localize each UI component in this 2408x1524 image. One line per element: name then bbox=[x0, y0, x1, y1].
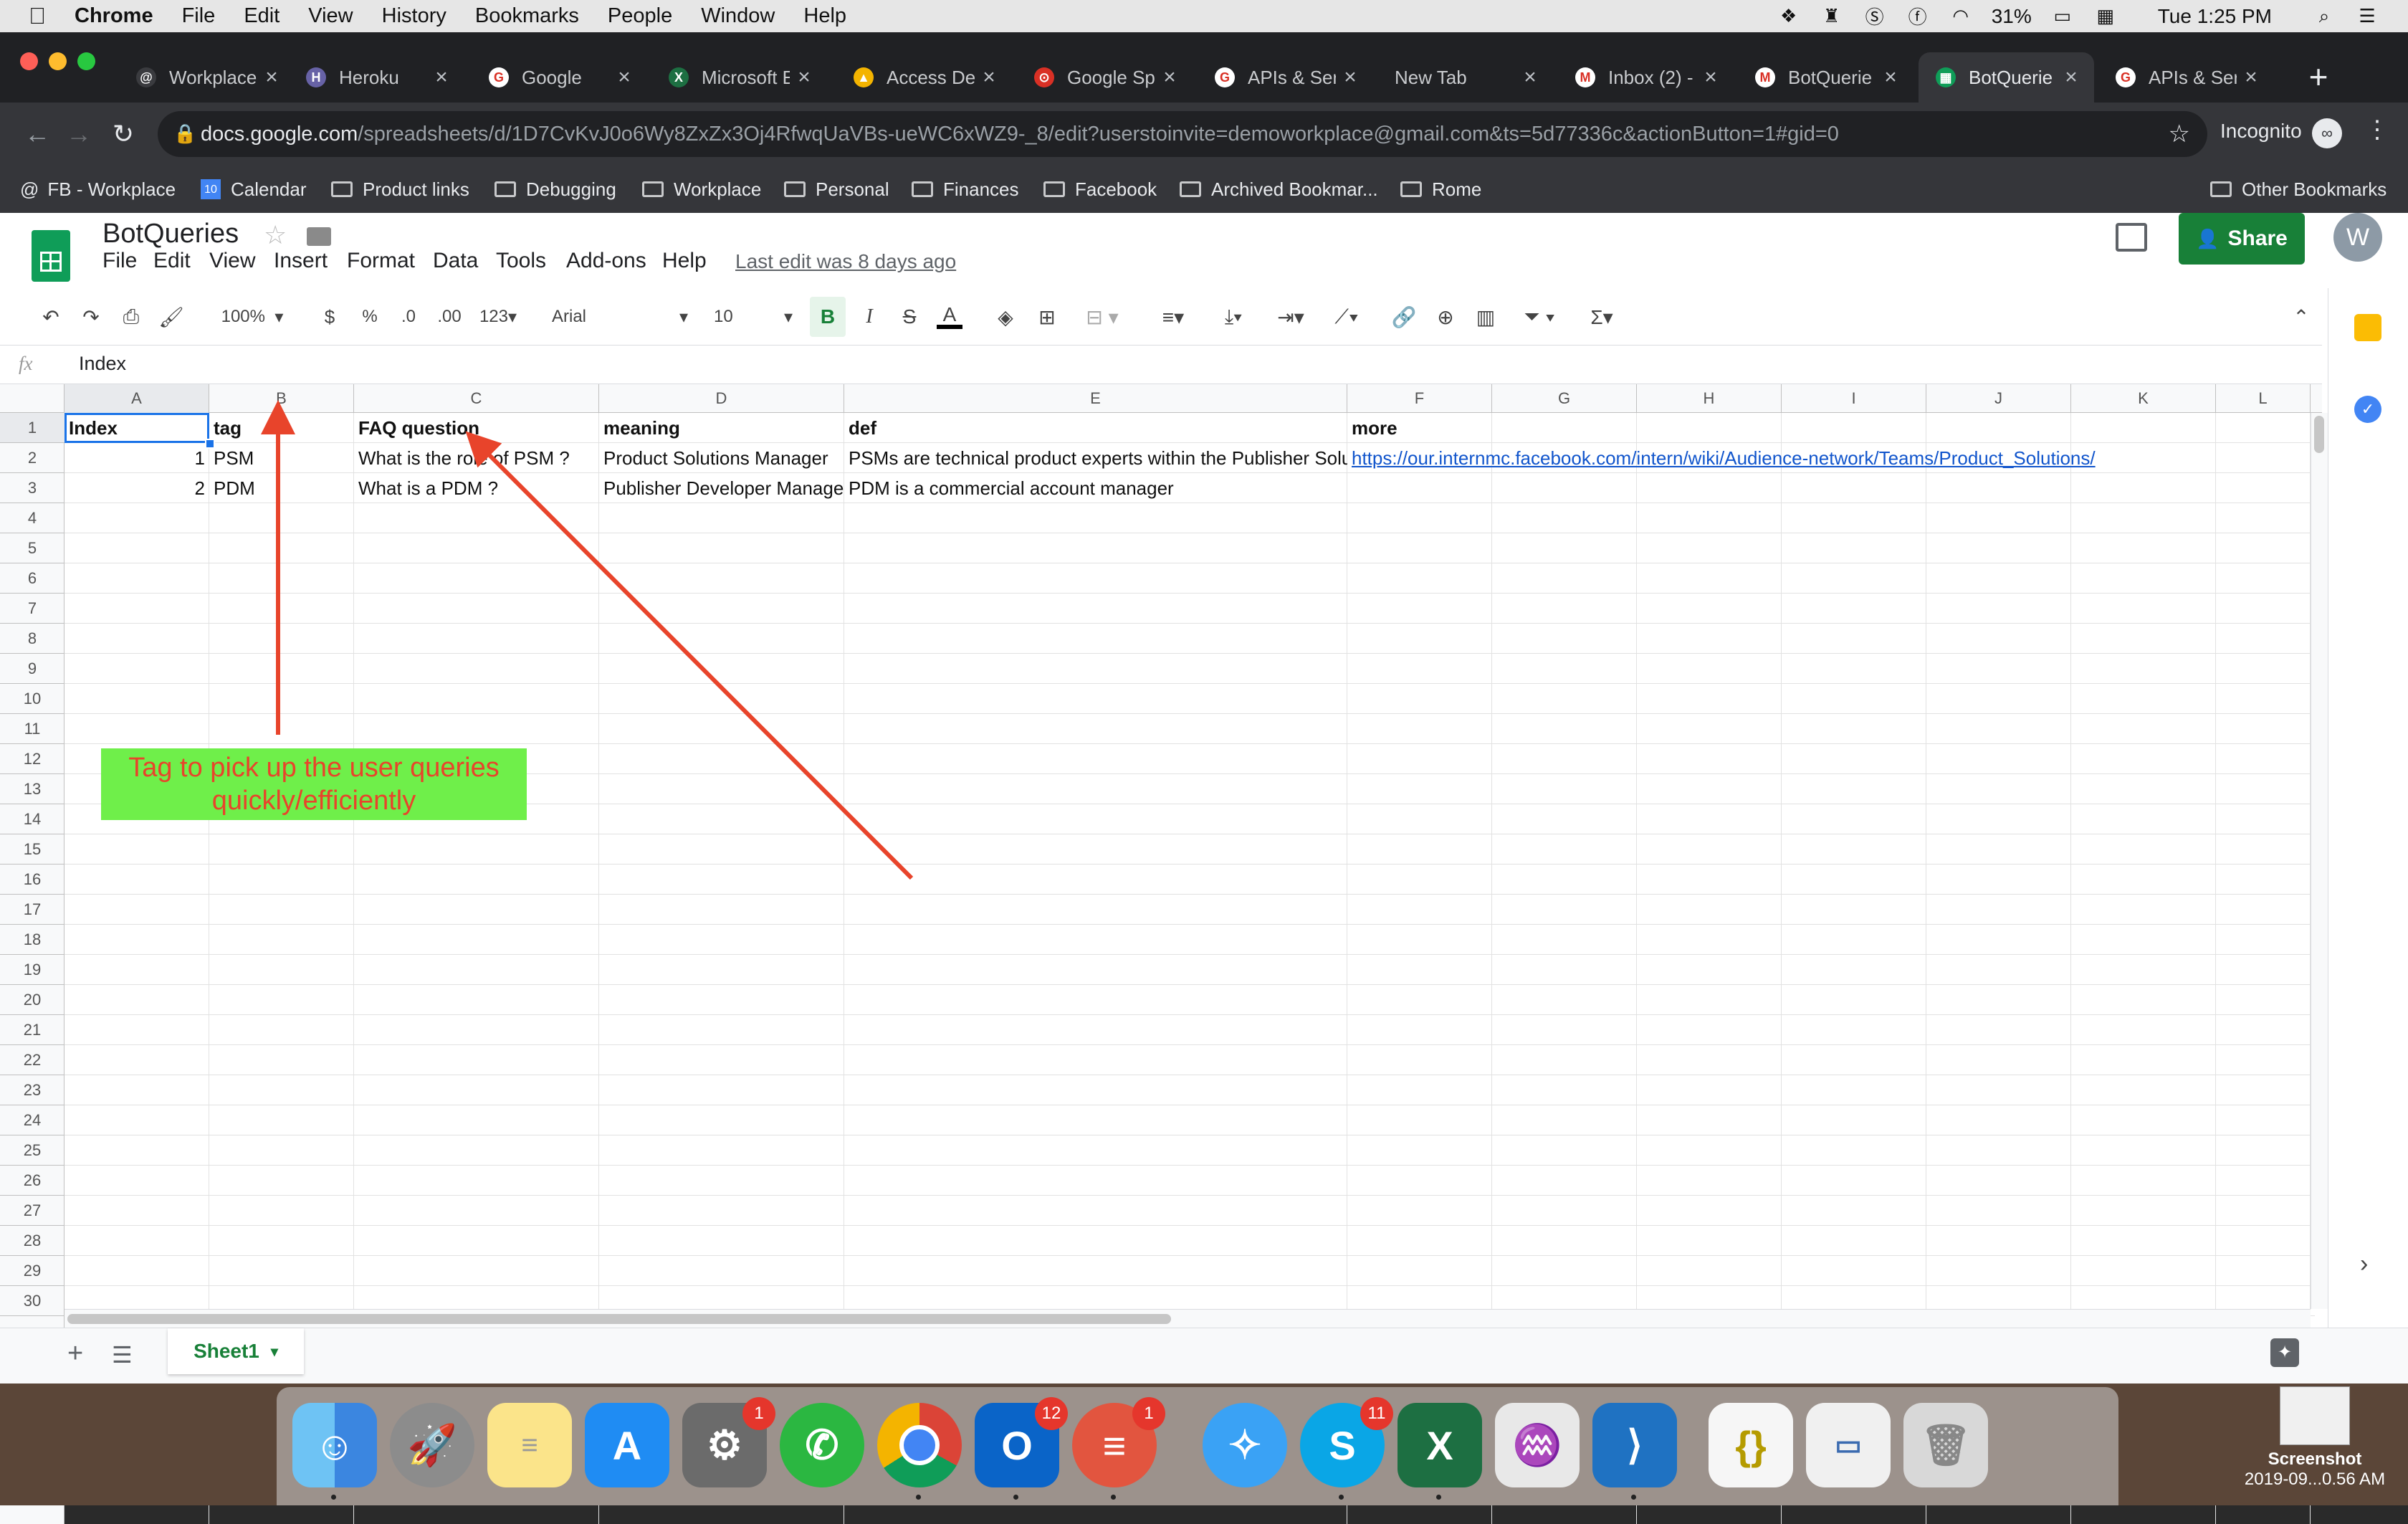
trash-icon[interactable]: 🗑 bbox=[1903, 1403, 1988, 1487]
desktop-screenshot-item[interactable]: Screenshot 2019-09...0.56 AM bbox=[2222, 1376, 2408, 1505]
whatsapp-icon[interactable]: ✆ bbox=[780, 1403, 864, 1487]
finder-icon[interactable]: ☺ bbox=[292, 1403, 377, 1487]
speaker-badge: 1 bbox=[1132, 1397, 1165, 1430]
app-store-icon[interactable]: A bbox=[585, 1403, 669, 1487]
running-indicator bbox=[1111, 1495, 1116, 1500]
running-indicator bbox=[1339, 1495, 1344, 1500]
script-editor-icon[interactable]: ♒ bbox=[1495, 1403, 1580, 1487]
sysprefs-badge: 1 bbox=[742, 1397, 775, 1430]
skype-badge: 11 bbox=[1360, 1397, 1393, 1430]
running-indicator bbox=[1436, 1495, 1441, 1500]
running-indicator bbox=[1631, 1495, 1636, 1500]
running-indicator bbox=[1013, 1495, 1018, 1500]
screenshot-label-2: 2019-09...0.56 AM bbox=[2244, 1470, 2386, 1489]
json-file-icon[interactable]: {} bbox=[1709, 1403, 1793, 1487]
chrome-icon[interactable] bbox=[877, 1403, 962, 1487]
macos-dock: ☺ 🚀 ≡ A ⚙ 1 ✆ O 12 ≡ 1 ✧ S 11 X ♒ ⟩ {} ▭ 🗑 bbox=[277, 1387, 2118, 1505]
screenshot-stack-icon[interactable]: ▭ bbox=[1806, 1403, 1891, 1487]
outlook-badge: 12 bbox=[1035, 1397, 1068, 1430]
system-preferences-icon[interactable]: ⚙ 1 bbox=[682, 1397, 775, 1487]
screenshot-thumbnail bbox=[2280, 1386, 2350, 1445]
screenshot-label-1: Screenshot bbox=[2268, 1449, 2362, 1469]
outlook-icon[interactable]: O 12 bbox=[975, 1397, 1068, 1487]
vscode-icon[interactable]: ⟩ bbox=[1592, 1403, 1677, 1487]
running-indicator bbox=[331, 1495, 336, 1500]
launchpad-icon[interactable]: 🚀 bbox=[390, 1403, 474, 1487]
safari-icon[interactable]: ✧ bbox=[1203, 1403, 1287, 1487]
excel-icon[interactable]: X bbox=[1398, 1403, 1482, 1487]
running-indicator bbox=[916, 1495, 921, 1500]
arrow-to-faq-question bbox=[465, 431, 914, 880]
skype-icon[interactable]: S 11 bbox=[1300, 1397, 1393, 1487]
speaker-deck-icon[interactable]: ≡ 1 bbox=[1072, 1397, 1165, 1487]
notes-icon[interactable]: ≡ bbox=[487, 1403, 572, 1487]
annotation-arrows bbox=[261, 400, 914, 880]
